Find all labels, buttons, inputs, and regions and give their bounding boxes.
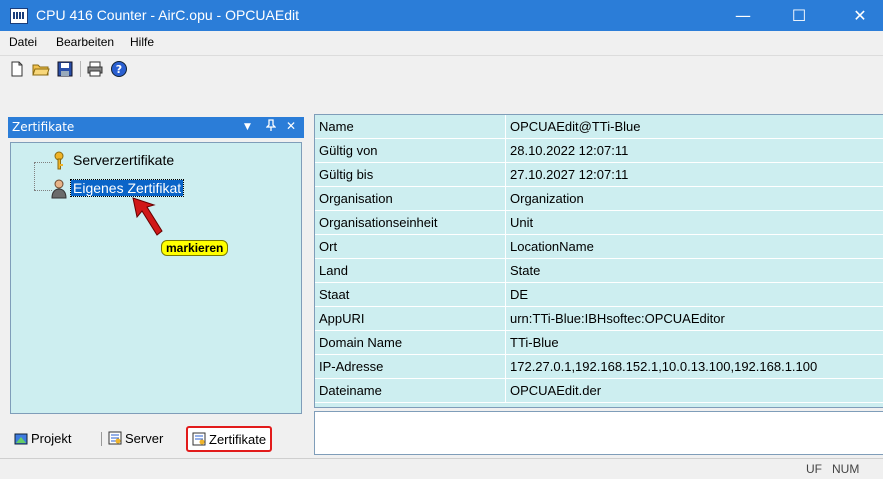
property-key: Dateiname bbox=[315, 379, 506, 403]
property-value: 28.10.2022 12:07:11 bbox=[506, 139, 883, 163]
properties-table: NameOPCUAEdit@TTi-BlueGültig von28.10.20… bbox=[315, 115, 883, 403]
server-icon bbox=[108, 431, 122, 445]
tab-separator bbox=[101, 432, 102, 446]
property-row[interactable]: OrganisationOrganization bbox=[315, 187, 883, 211]
property-value: OPCUAEdit.der bbox=[506, 379, 883, 403]
property-row[interactable]: NameOPCUAEdit@TTi-Blue bbox=[315, 115, 883, 139]
tree-item-eigenes-zertifikat[interactable]: Eigenes Zertifikat bbox=[71, 180, 183, 196]
tab-server[interactable]: Server bbox=[108, 428, 163, 448]
property-key: Organisation bbox=[315, 187, 506, 211]
print-icon[interactable] bbox=[86, 60, 104, 78]
certificate-icon bbox=[192, 432, 206, 446]
property-row[interactable]: OrganisationseinheitUnit bbox=[315, 211, 883, 235]
toolbar-separator bbox=[80, 61, 81, 77]
property-key: Ort bbox=[315, 235, 506, 259]
maximize-button[interactable]: ☐ bbox=[776, 0, 822, 31]
property-value: urn:TTi-Blue:IBHsoftec:OPCUAEditor bbox=[506, 307, 883, 331]
tree-connector bbox=[34, 190, 52, 191]
property-key: Domain Name bbox=[315, 331, 506, 355]
menu-hilfe[interactable]: Hilfe bbox=[130, 35, 154, 49]
status-uf: UF bbox=[806, 462, 822, 476]
property-key: Organisationseinheit bbox=[315, 211, 506, 235]
close-button[interactable]: ✕ bbox=[837, 0, 883, 31]
property-key: Name bbox=[315, 115, 506, 139]
property-value: OPCUAEdit@TTi-Blue bbox=[506, 115, 883, 139]
menu-bar: Datei Bearbeiten Hilfe bbox=[0, 31, 883, 54]
app-icon bbox=[10, 8, 28, 24]
property-row[interactable]: LandState bbox=[315, 259, 883, 283]
tab-projekt-label: Projekt bbox=[31, 431, 71, 446]
panel-pin-icon[interactable] bbox=[266, 119, 276, 134]
minimize-button[interactable]: — bbox=[720, 0, 766, 31]
tab-server-label: Server bbox=[125, 431, 163, 446]
property-row[interactable]: AppURIurn:TTi-Blue:IBHsoftec:OPCUAEditor bbox=[315, 307, 883, 331]
open-folder-icon[interactable] bbox=[32, 60, 50, 78]
panel-header: Zertifikate ▼ ✕ bbox=[8, 117, 304, 138]
property-row[interactable]: IP-Adresse172.27.0.1,192.168.152.1,10.0.… bbox=[315, 355, 883, 379]
project-icon bbox=[14, 431, 28, 445]
tree-item-serverzertifikate[interactable]: Serverzertifikate bbox=[73, 152, 174, 168]
property-key: Land bbox=[315, 259, 506, 283]
property-row[interactable]: Domain NameTTi-Blue bbox=[315, 331, 883, 355]
property-value: DE bbox=[506, 283, 883, 307]
tab-zertifikate-label: Zertifikate bbox=[209, 432, 266, 447]
status-num: NUM bbox=[832, 462, 859, 476]
menu-datei[interactable]: Datei bbox=[9, 35, 37, 49]
property-key: Gültig bis bbox=[315, 163, 506, 187]
annotation-arrow-icon bbox=[129, 195, 169, 241]
new-file-icon[interactable] bbox=[8, 60, 26, 78]
property-value: Organization bbox=[506, 187, 883, 211]
save-icon[interactable] bbox=[56, 60, 74, 78]
svg-text:?: ? bbox=[116, 63, 122, 76]
property-value: TTi-Blue bbox=[506, 331, 883, 355]
help-icon[interactable]: ? bbox=[110, 60, 128, 78]
property-key: Staat bbox=[315, 283, 506, 307]
property-row[interactable]: DateinameOPCUAEdit.der bbox=[315, 379, 883, 403]
window-title: CPU 416 Counter - AirC.opu - OPCUAEdit bbox=[36, 7, 299, 23]
tree-connector bbox=[34, 162, 52, 163]
panel-tabs: Projekt Server Zertifikate bbox=[8, 424, 304, 452]
property-value: Unit bbox=[506, 211, 883, 235]
property-row[interactable]: StaatDE bbox=[315, 283, 883, 307]
property-key: IP-Adresse bbox=[315, 355, 506, 379]
property-row[interactable]: OrtLocationName bbox=[315, 235, 883, 259]
annotation-callout: markieren bbox=[161, 240, 228, 256]
panel-dropdown-icon[interactable]: ▼ bbox=[244, 122, 251, 132]
property-row[interactable]: Gültig bis27.10.2027 12:07:11 bbox=[315, 163, 883, 187]
key-icon bbox=[51, 151, 67, 174]
certificate-panel: Zertifikate ▼ ✕ Serverzertifikate Eigene… bbox=[8, 117, 304, 456]
property-key: Gültig von bbox=[315, 139, 506, 163]
property-row[interactable]: Gültig von28.10.2022 12:07:11 bbox=[315, 139, 883, 163]
property-value: State bbox=[506, 259, 883, 283]
certificate-tree[interactable]: Serverzertifikate Eigenes Zertifikat mar… bbox=[10, 142, 302, 414]
status-bar: UF NUM bbox=[0, 458, 883, 479]
tab-zertifikate[interactable]: Zertifikate bbox=[186, 426, 272, 452]
user-cert-icon bbox=[51, 179, 67, 202]
menu-bearbeiten[interactable]: Bearbeiten bbox=[56, 35, 114, 49]
panel-close-icon[interactable]: ✕ bbox=[286, 119, 296, 133]
panel-splitter[interactable] bbox=[304, 110, 312, 456]
panel-title: Zertifikate bbox=[12, 120, 74, 134]
toolbar: ? bbox=[0, 55, 883, 82]
title-bar: CPU 416 Counter - AirC.opu - OPCUAEdit —… bbox=[0, 0, 883, 31]
tree-connector bbox=[34, 162, 35, 190]
tab-projekt[interactable]: Projekt bbox=[14, 428, 71, 448]
property-key: AppURI bbox=[315, 307, 506, 331]
property-value: 172.27.0.1,192.168.152.1,10.0.13.100,192… bbox=[506, 355, 883, 379]
description-area[interactable] bbox=[314, 411, 883, 455]
property-value: LocationName bbox=[506, 235, 883, 259]
certificate-details: NameOPCUAEdit@TTi-BlueGültig von28.10.20… bbox=[314, 114, 883, 408]
property-value: 27.10.2027 12:07:11 bbox=[506, 163, 883, 187]
